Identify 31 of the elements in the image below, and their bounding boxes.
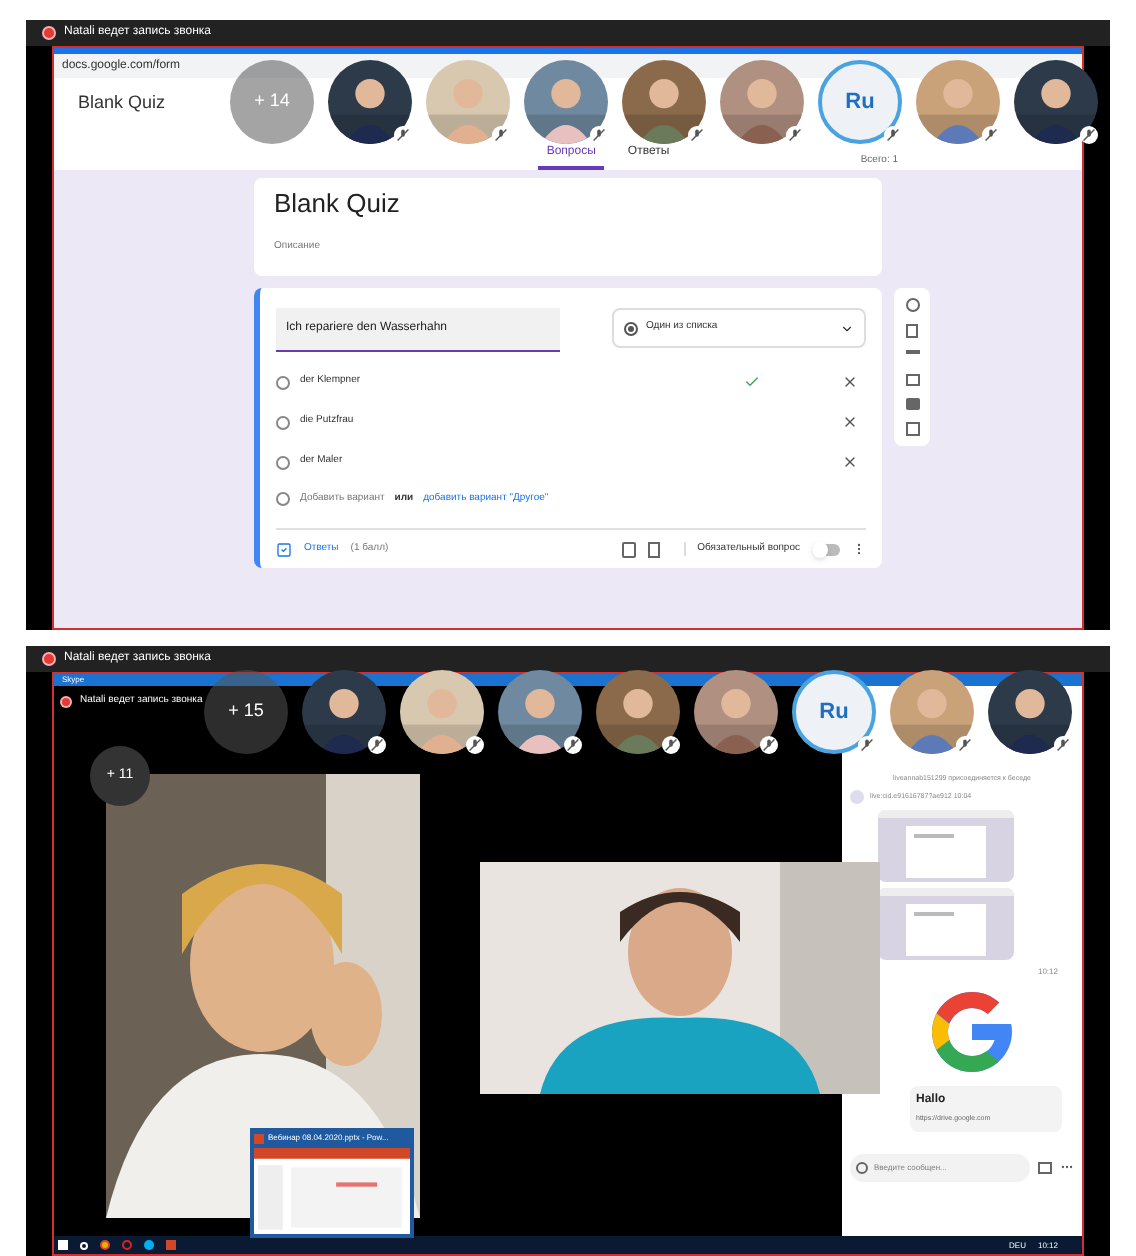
more-icon[interactable] bbox=[852, 542, 866, 556]
muted-microphone-icon bbox=[394, 126, 412, 144]
recording-icon bbox=[42, 652, 56, 666]
caret-icon bbox=[840, 321, 854, 335]
muted-microphone-icon bbox=[786, 126, 804, 144]
add-question-icon[interactable] bbox=[905, 298, 919, 312]
emoji-icon[interactable] bbox=[856, 1161, 868, 1173]
muted-microphone-icon bbox=[662, 736, 680, 754]
more-icon[interactable] bbox=[1060, 1160, 1074, 1174]
required-toggle[interactable] bbox=[812, 543, 840, 555]
sender-avatar bbox=[850, 790, 864, 805]
muted-microphone-icon bbox=[492, 126, 510, 144]
muted-microphone-icon bbox=[368, 736, 386, 754]
checkbox-icon bbox=[276, 541, 292, 557]
remove-icon[interactable] bbox=[842, 454, 858, 470]
muted-microphone-icon bbox=[564, 736, 582, 754]
muted-microphone-icon bbox=[884, 126, 902, 144]
recording-icon bbox=[42, 26, 56, 40]
muted-microphone-icon bbox=[590, 126, 608, 144]
muted-microphone-icon bbox=[760, 736, 778, 754]
recording-icon bbox=[60, 695, 72, 708]
muted-microphone-icon bbox=[982, 126, 1000, 144]
remove-icon[interactable] bbox=[842, 374, 858, 390]
form-header-title: Blank Quiz bbox=[274, 186, 402, 222]
check-icon bbox=[744, 374, 760, 390]
more-participants-button[interactable]: + 15 bbox=[204, 670, 288, 754]
radio-icon bbox=[624, 321, 638, 335]
muted-microphone-icon bbox=[466, 736, 484, 754]
form-title: Blank Quiz bbox=[78, 90, 166, 116]
remove-icon[interactable] bbox=[842, 414, 858, 430]
muted-microphone-icon bbox=[688, 126, 706, 144]
